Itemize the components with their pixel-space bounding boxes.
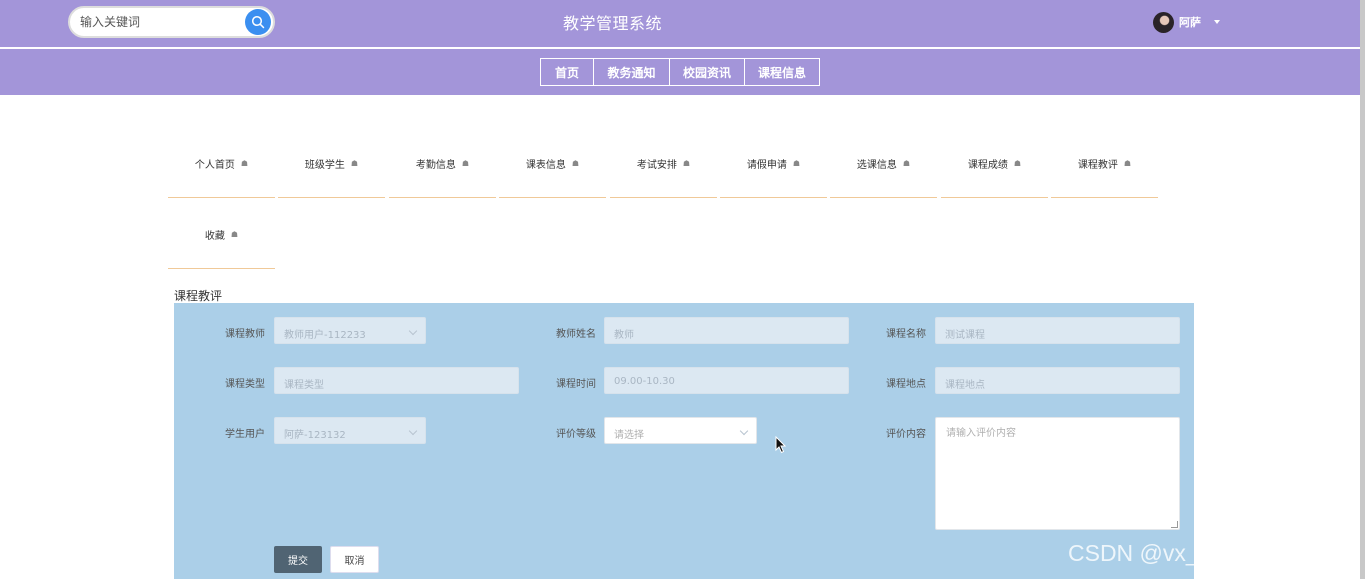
- course-type-label: 课程类型: [225, 379, 265, 390]
- mouse-cursor-icon: [775, 435, 787, 458]
- tab-attendance[interactable]: 考勤信息 ☗: [389, 130, 496, 198]
- home-icon: ☗: [1123, 159, 1132, 168]
- chevron-down-icon: [408, 426, 418, 436]
- course-location-placeholder: 课程地点: [945, 380, 985, 391]
- course-name-field[interactable]: 测试课程: [935, 317, 1180, 344]
- course-time-label: 课程时间: [556, 379, 596, 390]
- course-name-value: 测试课程: [945, 330, 985, 341]
- nav-notices[interactable]: 教务通知: [593, 58, 670, 86]
- home-icon: ☗: [230, 230, 239, 239]
- home-icon: ☗: [792, 159, 801, 168]
- cancel-button[interactable]: 取消: [330, 546, 379, 573]
- course-name-label: 课程名称: [886, 329, 926, 340]
- rating-content-label: 评价内容: [886, 429, 926, 440]
- nav-courses[interactable]: 课程信息: [744, 58, 820, 86]
- chevron-down-icon: [1214, 20, 1220, 24]
- tab-label: 课程成绩: [967, 160, 1008, 171]
- home-icon: ☗: [461, 159, 470, 168]
- tab-label: 考试安排: [636, 160, 677, 171]
- tab-label: 班级学生: [304, 160, 345, 171]
- course-type-field[interactable]: 课程类型: [274, 367, 519, 394]
- submit-button[interactable]: 提交: [274, 546, 322, 573]
- course-teacher-label: 课程教师: [225, 329, 265, 340]
- tab-label: 考勤信息: [415, 160, 456, 171]
- user-name: 阿萨: [1179, 16, 1201, 29]
- home-icon: ☗: [350, 159, 359, 168]
- scrollbar[interactable]: [1360, 0, 1365, 579]
- tab-timetable[interactable]: 课表信息 ☗: [499, 130, 606, 198]
- tab-evaluation[interactable]: 课程教评 ☗: [1051, 130, 1158, 198]
- teacher-name-label: 教师姓名: [556, 329, 596, 340]
- chevron-down-icon: [408, 326, 418, 336]
- tab-exams[interactable]: 考试安排 ☗: [610, 130, 717, 198]
- tab-label: 课程教评: [1077, 160, 1118, 171]
- rating-level-select[interactable]: 请选择: [604, 417, 757, 444]
- nav-home[interactable]: 首页: [540, 58, 594, 86]
- teacher-name-field[interactable]: 教师: [604, 317, 849, 344]
- student-user-label: 学生用户: [225, 429, 265, 440]
- evaluation-form: 课程教师 教师用户-112233 教师姓名 教师 课程名称 测试课程 课程类型 …: [174, 303, 1194, 579]
- section-title: 课程教评: [174, 289, 223, 303]
- tab-home[interactable]: 个人首页 ☗: [168, 130, 275, 198]
- tab-label: 选课信息: [856, 160, 897, 171]
- course-time-value: 09.00-10.30: [614, 376, 675, 387]
- tab-label: 课表信息: [525, 160, 566, 171]
- header: 教学管理系统 阿萨 首页 教务通知 校园资讯 课程信息: [0, 0, 1365, 95]
- rating-content-textarea[interactable]: 请输入评价内容: [935, 417, 1180, 530]
- student-user-select[interactable]: 阿萨-123132: [274, 417, 426, 444]
- course-teacher-value: 教师用户-112233: [284, 330, 366, 341]
- tab-grades[interactable]: 课程成绩 ☗: [941, 130, 1048, 198]
- tab-leave[interactable]: 请假申请 ☗: [720, 130, 827, 198]
- teacher-name-value: 教师: [614, 330, 634, 341]
- course-location-field[interactable]: 课程地点: [935, 367, 1180, 394]
- home-icon: ☗: [571, 159, 580, 168]
- course-type-placeholder: 课程类型: [284, 380, 324, 391]
- course-teacher-select[interactable]: 教师用户-112233: [274, 317, 426, 344]
- header-divider: [0, 47, 1365, 49]
- student-user-value: 阿萨-123132: [284, 430, 346, 441]
- course-location-label: 课程地点: [886, 379, 926, 390]
- tab-label: 收藏: [204, 231, 225, 242]
- site-title: 教学管理系统: [562, 14, 662, 33]
- chevron-down-icon: [739, 426, 749, 436]
- tab-label: 个人首页: [194, 160, 235, 171]
- home-icon: ☗: [682, 159, 691, 168]
- tab-favorites[interactable]: 收藏 ☗: [168, 201, 275, 269]
- tab-label: 请假申请: [746, 160, 787, 171]
- rating-level-label: 评价等级: [556, 429, 596, 440]
- home-icon: ☗: [902, 159, 911, 168]
- home-icon: ☗: [240, 159, 249, 168]
- course-time-field[interactable]: 09.00-10.30: [604, 367, 849, 394]
- rating-level-placeholder: 请选择: [614, 430, 644, 441]
- tab-class-students[interactable]: 班级学生 ☗: [278, 130, 385, 198]
- tab-course-selection[interactable]: 选课信息 ☗: [830, 130, 937, 198]
- nav-news[interactable]: 校园资讯: [669, 58, 745, 86]
- watermark: CSDN @vx_danpianji889: [1068, 540, 1330, 566]
- home-icon: ☗: [1013, 159, 1022, 168]
- top-nav: 首页 教务通知 校园资讯 课程信息: [540, 58, 820, 86]
- avatar: [1153, 11, 1174, 33]
- resize-handle-icon[interactable]: [1171, 521, 1178, 528]
- rating-content-placeholder: 请输入评价内容: [946, 428, 1016, 439]
- user-menu[interactable]: 阿萨: [1153, 11, 1220, 33]
